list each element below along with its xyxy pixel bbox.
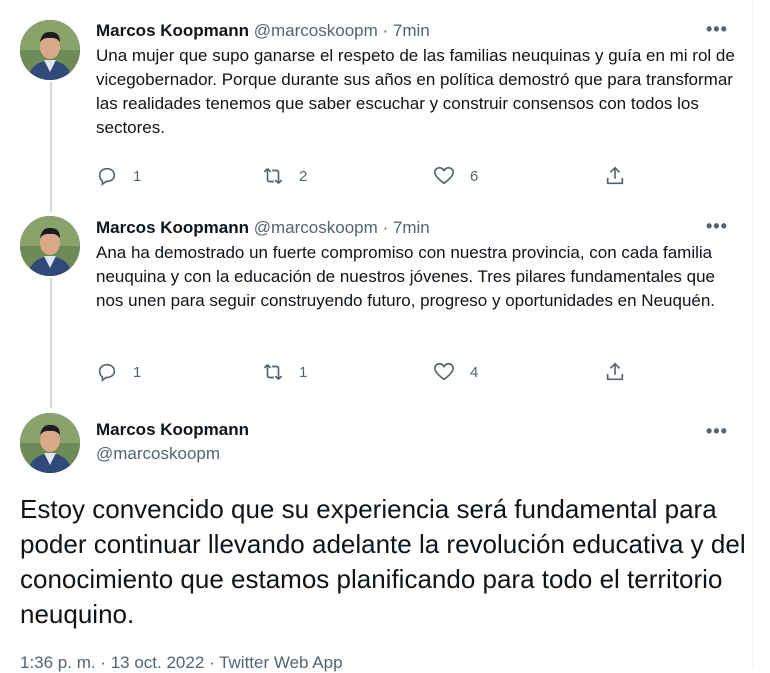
retweet-icon (263, 364, 283, 380)
tweet-timestamp[interactable]: 1:36 p. m. · 13 oct. 2022 · Twitter Web … (20, 653, 343, 673)
retweet-button[interactable]: 1 (262, 360, 307, 384)
author-name[interactable]: Marcos Koopmann (96, 218, 249, 237)
retweet-button[interactable]: 2 (262, 164, 307, 188)
heart-icon (434, 166, 454, 185)
more-options-icon[interactable]: ••• (706, 217, 728, 235)
main-tweet-header: Marcos Koopmann @marcoskoopm (96, 418, 249, 466)
author-handle-time[interactable]: @marcoskoopm · 7min (249, 21, 430, 40)
heart-icon (434, 362, 454, 381)
reply-button[interactable]: 1 (96, 360, 141, 384)
retweet-icon (263, 168, 283, 184)
tweet-text: Ana ha demostrado un fuerte compromiso c… (96, 243, 716, 310)
reply-count: 1 (133, 363, 142, 381)
column-border (752, 0, 753, 667)
tweet-actions: 1 2 6 (96, 164, 656, 188)
tweet-actions: 1 1 4 (96, 360, 656, 384)
author-handle-time[interactable]: @marcoskoopm · 7min (249, 218, 430, 237)
share-icon (606, 362, 624, 381)
tweet-header: Marcos Koopmann @marcoskoopm · 7min (96, 217, 430, 239)
author-name[interactable]: Marcos Koopmann (96, 21, 249, 40)
share-button[interactable] (604, 164, 626, 188)
main-tweet: Marcos Koopmann @marcoskoopm ••• (0, 418, 770, 478)
like-count: 6 (470, 167, 479, 185)
author-handle[interactable]: @marcoskoopm (96, 444, 220, 463)
more-options-icon[interactable]: ••• (706, 422, 728, 440)
tweet-text: Una mujer que supo ganarse el respeto de… (96, 46, 735, 137)
share-icon (606, 166, 624, 185)
like-button[interactable]: 4 (433, 360, 478, 384)
share-button[interactable] (604, 360, 626, 384)
main-tweet-text: Estoy convencido que su experiencia será… (20, 494, 746, 629)
like-button[interactable]: 6 (433, 164, 478, 188)
retweet-count: 1 (299, 363, 308, 381)
like-count: 4 (470, 363, 479, 381)
author-name[interactable]: Marcos Koopmann (96, 418, 249, 442)
reply-icon (98, 363, 116, 382)
more-options-icon[interactable]: ••• (706, 20, 728, 38)
tweet-header: Marcos Koopmann @marcoskoopm · 7min (96, 20, 430, 42)
reply-button[interactable]: 1 (96, 164, 141, 188)
reply-count: 1 (133, 167, 142, 185)
reply-icon (98, 167, 116, 186)
retweet-count: 2 (299, 167, 308, 185)
